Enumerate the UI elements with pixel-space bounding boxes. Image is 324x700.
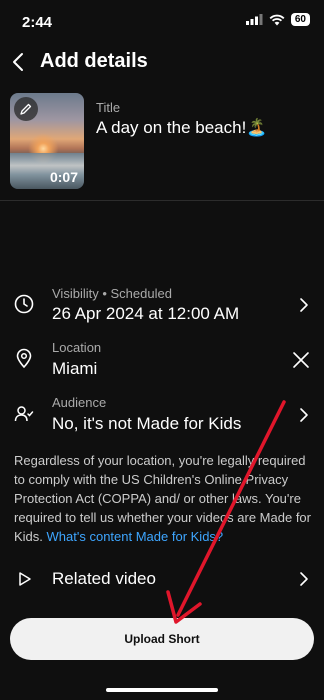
home-indicator bbox=[106, 688, 218, 692]
clear-location-icon[interactable] bbox=[292, 351, 310, 369]
chevron-right-icon bbox=[300, 298, 308, 312]
clock-icon bbox=[14, 294, 34, 314]
divider bbox=[0, 200, 324, 201]
play-icon bbox=[19, 572, 31, 586]
title-field[interactable]: A day on the beach!🏝️ bbox=[96, 118, 267, 138]
visibility-value: 26 Apr 2024 at 12:00 AM bbox=[52, 304, 240, 323]
location-row[interactable] bbox=[0, 336, 324, 384]
location-value: Miami bbox=[52, 359, 98, 378]
edit-thumbnail-button[interactable] bbox=[14, 97, 38, 121]
chevron-right-icon bbox=[300, 572, 308, 586]
chevron-right-icon bbox=[300, 408, 308, 422]
battery-indicator: 60 bbox=[290, 13, 310, 26]
location-label: Location bbox=[52, 340, 102, 355]
wifi-icon bbox=[269, 14, 285, 25]
visibility-label: Visibility • Scheduled bbox=[52, 286, 172, 301]
video-thumbnail[interactable]: 0:07 bbox=[10, 93, 84, 189]
page-title: Add details bbox=[40, 50, 148, 72]
back-arrow-icon bbox=[13, 53, 23, 71]
video-duration: 0:07 bbox=[49, 169, 78, 185]
pencil-icon bbox=[20, 103, 32, 115]
audience-value: No, it's not Made for Kids bbox=[52, 414, 242, 433]
status-icons: 60 bbox=[245, 13, 310, 26]
location-pin-icon bbox=[16, 348, 32, 368]
coppa-notice: Regardless of your location, you're lega… bbox=[14, 451, 314, 546]
status-time: 2:44 bbox=[22, 14, 53, 31]
back-button[interactable] bbox=[10, 50, 32, 74]
signal-icon bbox=[245, 14, 263, 25]
related-video-row[interactable] bbox=[0, 560, 324, 600]
upload-short-button[interactable]: Upload Short bbox=[10, 618, 314, 660]
related-video-label: Related video bbox=[52, 569, 156, 588]
made-for-kids-link[interactable]: What's content Made for Kids? bbox=[47, 529, 224, 544]
audience-icon bbox=[14, 406, 34, 422]
title-label: Title bbox=[96, 100, 121, 115]
audience-label: Audience bbox=[52, 395, 107, 410]
